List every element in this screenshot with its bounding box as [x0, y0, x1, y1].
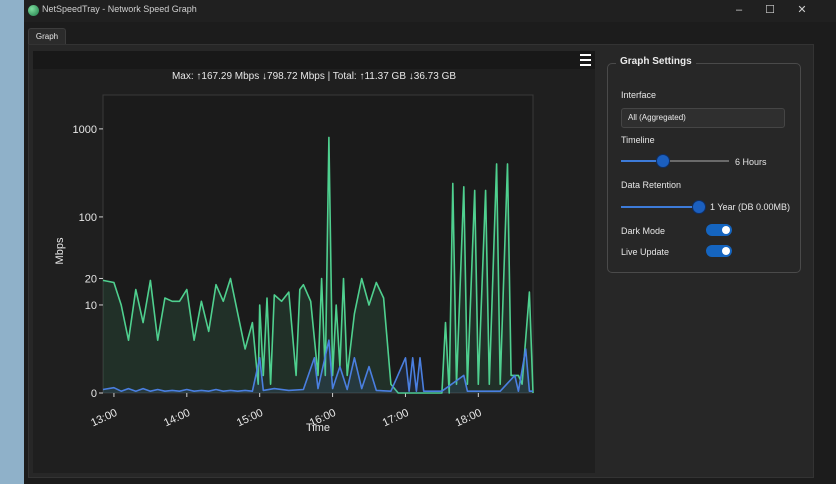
y-tick-label: 0 — [91, 388, 97, 400]
x-axis-label: Time — [306, 422, 330, 434]
title-bar: NetSpeedTray - Network Speed Graph – ☐ ✕ — [24, 0, 836, 22]
minimize-button[interactable]: – — [724, 0, 754, 22]
interface-value: All (Aggregated) — [628, 113, 686, 122]
tab-bar: Graph — [24, 22, 836, 45]
y-tick-label: 1000 — [73, 124, 97, 136]
x-tick-label: 15:00 — [235, 407, 265, 430]
timeline-slider[interactable] — [621, 154, 729, 168]
retention-slider[interactable] — [621, 200, 706, 214]
timeline-label: Timeline — [621, 135, 655, 145]
interface-label: Interface — [621, 90, 657, 100]
dark-mode-label: Dark Mode — [621, 226, 666, 236]
x-tick-label: 18:00 — [454, 407, 484, 430]
graph-settings-group: Graph Settings Interface All (Aggregated… — [607, 56, 801, 273]
live-update-label: Live Update — [621, 247, 670, 257]
close-button[interactable]: ✕ — [787, 0, 817, 22]
graph-area: Max: ↑167.29 Mbps ↓798.72 Mbps | Total: … — [33, 51, 595, 473]
app-globe-icon — [28, 5, 39, 16]
retention-value: 1 Year (DB 0.00MB) — [710, 202, 791, 212]
window-title: NetSpeedTray - Network Speed Graph — [42, 4, 197, 14]
y-tick-label: 10 — [85, 300, 97, 312]
dark-mode-toggle[interactable] — [706, 224, 732, 236]
retention-slider-thumb[interactable] — [692, 200, 706, 214]
y-tick-label: 20 — [85, 273, 97, 285]
tab-panel: Max: ↑167.29 Mbps ↓798.72 Mbps | Total: … — [28, 44, 814, 478]
retention-label: Data Retention — [621, 180, 682, 190]
speed-chart: 01020100100013:00 14:00 15:00 16:00 17:00 18:… — [54, 94, 534, 434]
live-update-toggle[interactable] — [706, 245, 732, 257]
y-tick-label: 100 — [79, 212, 97, 224]
interface-select[interactable]: All (Aggregated) — [621, 108, 785, 128]
x-tick-label: 14:00 — [162, 407, 192, 430]
x-tick-label: 13:00 — [89, 407, 119, 430]
timeline-value: 6 Hours — [735, 157, 767, 167]
y-axis-label: Mbps — [54, 237, 66, 264]
settings-title: Graph Settings — [616, 56, 696, 67]
tab-graph[interactable]: Graph — [28, 28, 66, 45]
x-tick-label: 17:00 — [381, 407, 411, 430]
maximize-button[interactable]: ☐ — [755, 0, 785, 22]
timeline-slider-thumb[interactable] — [656, 154, 671, 168]
app-window: NetSpeedTray - Network Speed Graph – ☐ ✕… — [24, 0, 836, 484]
